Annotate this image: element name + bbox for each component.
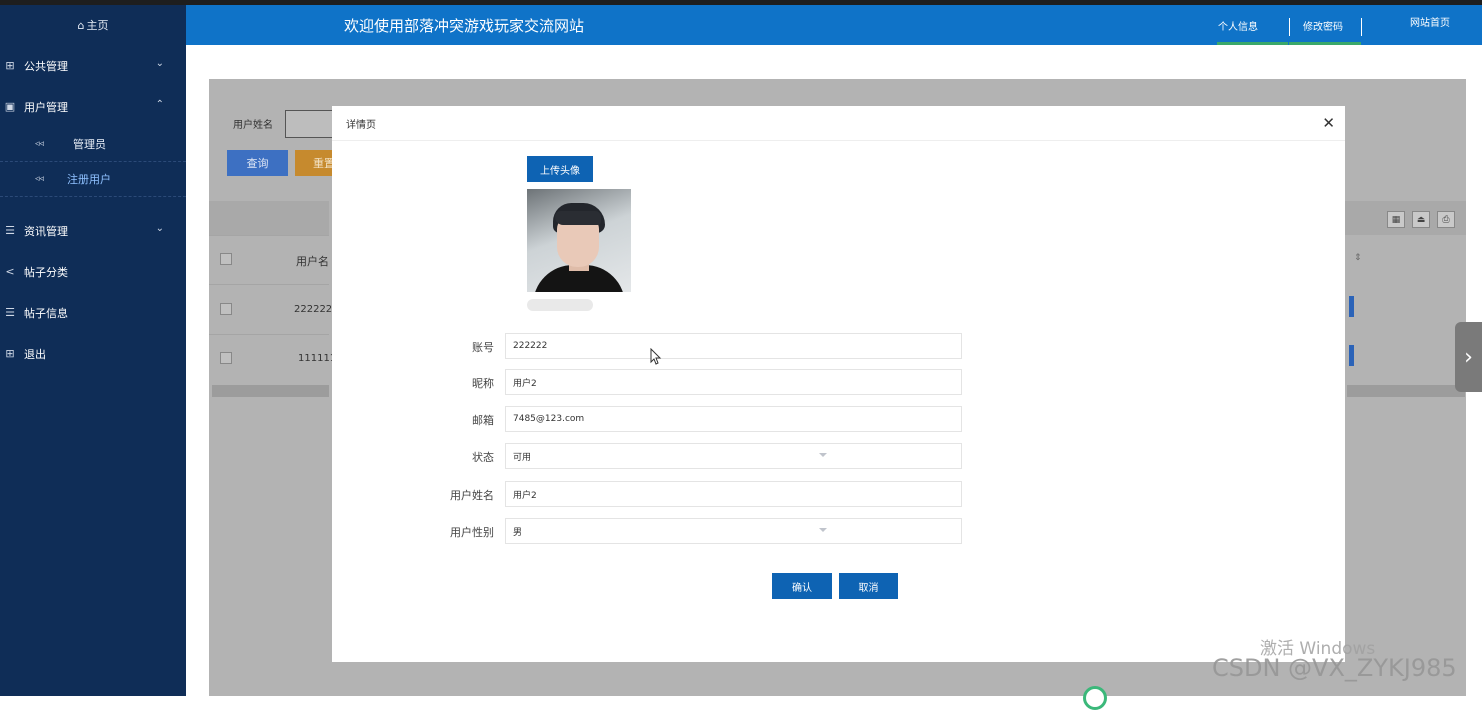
sidebar-subitem-label: 管理员 [73, 138, 106, 151]
double-left-icon: ◃◃ [35, 139, 45, 149]
chevron-down-icon: ⌄ [155, 58, 164, 69]
csdn-watermark: CSDN @VX_ZYKJ985 [1212, 654, 1457, 682]
gender-select[interactable]: 男 [505, 518, 962, 544]
status-select[interactable]: 可用 [505, 443, 962, 469]
nav-change-password-link[interactable]: 修改密码 [1289, 5, 1343, 45]
close-icon[interactable]: ✕ [1322, 114, 1335, 132]
row-action-button[interactable] [1349, 296, 1354, 317]
field-label: 状态 [472, 451, 494, 464]
avatar-progress-placeholder [527, 299, 593, 311]
sidebar: ⌂ 主页 ⊞ 公共管理 ⌄ ▣ 用户管理 ⌃ ◃◃ 管理员 ◃◃ 注册用户 ☰ … [0, 5, 186, 696]
search-label: 用户姓名 [233, 120, 273, 131]
modal-title: 详情页 [346, 119, 376, 131]
sidebar-item-public-management[interactable]: ⊞ 公共管理 ⌄ [0, 45, 186, 86]
table-divider [209, 235, 329, 236]
sidebar-item-post-category[interactable]: < 帖子分类 [0, 251, 186, 292]
table-divider [209, 334, 329, 335]
sidebar-subitem-admin[interactable]: ◃◃ 管理员 [0, 127, 186, 162]
share-icon: < [5, 265, 15, 278]
sidebar-item-label: 资讯管理 [24, 224, 68, 238]
sidebar-subitem-registered-users[interactable]: ◃◃ 注册用户 [0, 162, 186, 197]
sidebar-home-label: 主页 [86, 19, 109, 32]
email-field[interactable]: 7485@123.com [505, 406, 962, 432]
sidebar-item-label: 退出 [24, 347, 46, 361]
form-row-gender: 用户性别 男 [332, 518, 972, 544]
sidebar-subitem-label: 注册用户 [67, 173, 111, 186]
field-label: 账号 [472, 341, 494, 354]
table-divider [209, 284, 329, 285]
query-button[interactable]: 查询 [227, 150, 288, 176]
real-name-field[interactable]: 用户2 [505, 481, 962, 507]
chevron-down-icon [819, 528, 827, 532]
cancel-button[interactable]: 取消 [839, 573, 898, 599]
sidebar-item-news-management[interactable]: ☰ 资讯管理 ⌄ [0, 210, 186, 251]
list-icon: ☰ [5, 224, 15, 237]
nav-divider [1361, 18, 1362, 36]
chevron-up-icon: ⌃ [155, 99, 164, 110]
double-left-icon: ◃◃ [35, 174, 45, 184]
search-input[interactable] [285, 110, 335, 138]
nav-change-password-label: 修改密码 [1303, 21, 1343, 33]
horizontal-scrollbar[interactable] [1347, 385, 1465, 397]
table-cell-username: 222222 [294, 304, 333, 315]
columns-icon[interactable]: ▦ [1387, 211, 1405, 228]
grid-icon: ⊞ [5, 59, 15, 72]
sort-icon[interactable]: ⇕ [1354, 253, 1362, 263]
field-label: 用户性别 [450, 526, 494, 539]
form-row-status: 状态 可用 [332, 443, 972, 469]
mouse-cursor-icon [650, 348, 662, 365]
field-label: 用户姓名 [450, 489, 494, 502]
page-title: 欢迎使用部落冲突游戏玩家交流网站 [344, 17, 585, 35]
detail-modal: 详情页 ✕ 上传头像 账号 222222 昵称 用户2 邮箱 7485@123.… [332, 106, 1345, 662]
chevron-right-icon[interactable]: › [1455, 322, 1482, 392]
form-row-real-name: 用户姓名 用户2 [332, 481, 972, 507]
print-icon[interactable]: ⎙ [1437, 211, 1455, 228]
floating-action-icon[interactable] [1083, 686, 1107, 710]
list-icon: ☰ [5, 306, 15, 319]
modal-header: 详情页 [332, 106, 1345, 141]
avatar [527, 189, 631, 292]
form-row-nickname: 昵称 用户2 [332, 369, 972, 395]
chevron-down-icon: ⌄ [155, 223, 164, 234]
reset-button[interactable]: 重置 [295, 150, 335, 176]
account-field[interactable]: 222222 [505, 333, 962, 359]
field-label: 邮箱 [472, 414, 494, 427]
row-action-button[interactable] [1349, 345, 1354, 366]
nickname-field[interactable]: 用户2 [505, 369, 962, 395]
nav-site-home-link[interactable]: 网站首页 [1410, 1, 1450, 41]
grid-icon: ⊞ [5, 347, 15, 360]
select-all-checkbox[interactable] [220, 253, 232, 265]
sidebar-item-label: 帖子分类 [24, 265, 68, 279]
sidebar-item-label: 帖子信息 [24, 306, 68, 320]
form-row-email: 邮箱 7485@123.com [332, 406, 972, 432]
chevron-down-icon [819, 453, 827, 457]
sidebar-home[interactable]: ⌂ 主页 [0, 5, 186, 45]
sidebar-item-label: 用户管理 [24, 100, 68, 114]
gender-select-value: 男 [513, 527, 523, 538]
book-icon: ▣ [4, 100, 16, 113]
sidebar-item-logout[interactable]: ⊞ 退出 [0, 333, 186, 374]
nav-profile-link[interactable]: 个人信息 [1218, 5, 1258, 45]
export-icon[interactable]: ⏏ [1412, 211, 1430, 228]
home-icon: ⌂ [77, 18, 85, 32]
column-header-username: 用户名 [296, 255, 329, 268]
sidebar-item-user-management[interactable]: ▣ 用户管理 ⌃ [0, 86, 186, 127]
row-checkbox[interactable] [220, 352, 232, 364]
horizontal-scrollbar[interactable] [212, 385, 329, 397]
status-select-value: 可用 [513, 452, 532, 463]
upload-avatar-button[interactable]: 上传头像 [527, 156, 593, 182]
header: 欢迎使用部落冲突游戏玩家交流网站 个人信息 修改密码 网站首页 [186, 5, 1482, 45]
field-label: 昵称 [472, 377, 494, 390]
table-cell-username: 111111 [298, 353, 337, 364]
row-checkbox[interactable] [220, 303, 232, 315]
confirm-button[interactable]: 确认 [772, 573, 832, 599]
table-toolbar [209, 201, 329, 235]
sidebar-item-post-info[interactable]: ☰ 帖子信息 [0, 292, 186, 333]
sidebar-item-label: 公共管理 [24, 59, 68, 73]
